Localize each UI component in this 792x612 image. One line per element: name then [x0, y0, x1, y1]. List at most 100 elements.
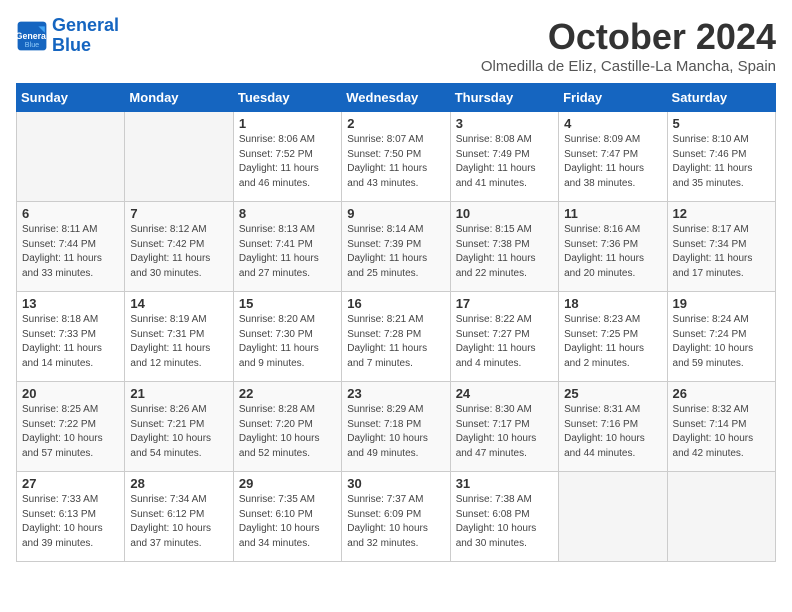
- calendar-cell: 28 Sunrise: 7:34 AMSunset: 6:12 PMDayligh…: [125, 472, 233, 562]
- day-info: Sunrise: 8:21 AMSunset: 7:28 PMDaylight:…: [347, 313, 444, 371]
- day-number: 29: [239, 476, 336, 491]
- day-number: 10: [456, 206, 553, 221]
- day-info: Sunrise: 8:12 AMSunset: 7:42 PMDaylight:…: [130, 223, 227, 281]
- calendar-header-row: SundayMondayTuesdayWednesdayThursdayFrid…: [17, 84, 776, 112]
- day-number: 31: [456, 476, 553, 491]
- calendar-table: SundayMondayTuesdayWednesdayThursdayFrid…: [16, 83, 776, 562]
- calendar-cell: 13 Sunrise: 8:18 AMSunset: 7:33 PMDayligh…: [17, 292, 125, 382]
- day-info: Sunrise: 8:23 AMSunset: 7:25 PMDaylight:…: [564, 313, 661, 371]
- day-info: Sunrise: 8:09 AMSunset: 7:47 PMDaylight:…: [564, 133, 661, 191]
- day-info: Sunrise: 8:17 AMSunset: 7:34 PMDaylight:…: [673, 223, 770, 281]
- day-number: 18: [564, 296, 661, 311]
- day-info: Sunrise: 7:35 AMSunset: 6:10 PMDaylight:…: [239, 493, 336, 551]
- calendar-cell: 11 Sunrise: 8:16 AMSunset: 7:36 PMDayligh…: [559, 202, 667, 292]
- calendar-cell: 18 Sunrise: 8:23 AMSunset: 7:25 PMDayligh…: [559, 292, 667, 382]
- day-info: Sunrise: 8:06 AMSunset: 7:52 PMDaylight:…: [239, 133, 336, 191]
- logo-line2: Blue: [52, 35, 91, 55]
- calendar-week-row: 20Sunrise: 8:25 AMSunset: 7:22 PMDayligh…: [17, 382, 776, 472]
- calendar-cell: 17 Sunrise: 8:22 AMSunset: 7:27 PMDayligh…: [450, 292, 558, 382]
- header-wednesday: Wednesday: [342, 84, 450, 112]
- logo: General Blue General Blue: [16, 16, 119, 56]
- day-number: 3: [456, 116, 553, 131]
- day-info: Sunrise: 8:22 AMSunset: 7:27 PMDaylight:…: [456, 313, 553, 371]
- day-info: Sunrise: 8:24 AMSunset: 7:24 PMDaylight:…: [673, 313, 770, 371]
- day-number: 20: [22, 386, 119, 401]
- day-info: Sunrise: 7:38 AMSunset: 6:08 PMDaylight:…: [456, 493, 553, 551]
- calendar-cell: 12 Sunrise: 8:17 AMSunset: 7:34 PMDayligh…: [667, 202, 775, 292]
- day-info: Sunrise: 8:16 AMSunset: 7:36 PMDaylight:…: [564, 223, 661, 281]
- day-number: 17: [456, 296, 553, 311]
- header-sunday: Sunday: [17, 84, 125, 112]
- calendar-cell: 2 Sunrise: 8:07 AMSunset: 7:50 PMDaylight…: [342, 112, 450, 202]
- day-number: 15: [239, 296, 336, 311]
- calendar-cell: 15Sunrise: 8:20 AMSunset: 7:30 PMDayligh…: [233, 292, 341, 382]
- calendar-cell: 16Sunrise: 8:21 AMSunset: 7:28 PMDayligh…: [342, 292, 450, 382]
- calendar-cell: 20Sunrise: 8:25 AMSunset: 7:22 PMDayligh…: [17, 382, 125, 472]
- day-number: 30: [347, 476, 444, 491]
- day-number: 5: [673, 116, 770, 131]
- day-number: 12: [673, 206, 770, 221]
- calendar-cell: 9 Sunrise: 8:14 AMSunset: 7:39 PMDaylight…: [342, 202, 450, 292]
- day-info: Sunrise: 8:18 AMSunset: 7:33 PMDaylight:…: [22, 313, 119, 371]
- calendar-cell: [17, 112, 125, 202]
- day-number: 25: [564, 386, 661, 401]
- calendar-cell: 10Sunrise: 8:15 AMSunset: 7:38 PMDayligh…: [450, 202, 558, 292]
- calendar-cell: 5 Sunrise: 8:10 AMSunset: 7:46 PMDaylight…: [667, 112, 775, 202]
- day-info: Sunrise: 8:11 AMSunset: 7:44 PMDaylight:…: [22, 223, 119, 281]
- calendar-cell: 27Sunrise: 7:33 AMSunset: 6:13 PMDayligh…: [17, 472, 125, 562]
- calendar-week-row: 13 Sunrise: 8:18 AMSunset: 7:33 PMDayligh…: [17, 292, 776, 382]
- header-saturday: Saturday: [667, 84, 775, 112]
- day-info: Sunrise: 8:32 AMSunset: 7:14 PMDaylight:…: [673, 403, 770, 461]
- day-number: 22: [239, 386, 336, 401]
- day-info: Sunrise: 8:10 AMSunset: 7:46 PMDaylight:…: [673, 133, 770, 191]
- calendar-cell: 4Sunrise: 8:09 AMSunset: 7:47 PMDaylight…: [559, 112, 667, 202]
- calendar-cell: 21Sunrise: 8:26 AMSunset: 7:21 PMDayligh…: [125, 382, 233, 472]
- month-title: October 2024: [481, 16, 776, 58]
- calendar-cell: 31 Sunrise: 7:38 AMSunset: 6:08 PMDayligh…: [450, 472, 558, 562]
- calendar-cell: 6 Sunrise: 8:11 AMSunset: 7:44 PMDaylight…: [17, 202, 125, 292]
- day-number: 24: [456, 386, 553, 401]
- calendar-cell: 25 Sunrise: 8:31 AMSunset: 7:16 PMDayligh…: [559, 382, 667, 472]
- day-number: 14: [130, 296, 227, 311]
- day-number: 2: [347, 116, 444, 131]
- calendar-cell: 22 Sunrise: 8:28 AMSunset: 7:20 PMDayligh…: [233, 382, 341, 472]
- day-number: 11: [564, 206, 661, 221]
- header-thursday: Thursday: [450, 84, 558, 112]
- calendar-cell: 19 Sunrise: 8:24 AMSunset: 7:24 PMDayligh…: [667, 292, 775, 382]
- day-info: Sunrise: 7:34 AMSunset: 6:12 PMDaylight:…: [130, 493, 227, 551]
- header-tuesday: Tuesday: [233, 84, 341, 112]
- day-info: Sunrise: 8:14 AMSunset: 7:39 PMDaylight:…: [347, 223, 444, 281]
- day-number: 1: [239, 116, 336, 131]
- day-info: Sunrise: 8:08 AMSunset: 7:49 PMDaylight:…: [456, 133, 553, 191]
- calendar-cell: 7Sunrise: 8:12 AMSunset: 7:42 PMDaylight…: [125, 202, 233, 292]
- svg-text:Blue: Blue: [25, 40, 39, 49]
- day-number: 6: [22, 206, 119, 221]
- day-info: Sunrise: 8:07 AMSunset: 7:50 PMDaylight:…: [347, 133, 444, 191]
- calendar-cell: 29 Sunrise: 7:35 AMSunset: 6:10 PMDayligh…: [233, 472, 341, 562]
- calendar-week-row: 1 Sunrise: 8:06 AMSunset: 7:52 PMDaylight…: [17, 112, 776, 202]
- calendar-cell: 3 Sunrise: 8:08 AMSunset: 7:49 PMDaylight…: [450, 112, 558, 202]
- calendar-cell: 23 Sunrise: 8:29 AMSunset: 7:18 PMDayligh…: [342, 382, 450, 472]
- calendar-cell: 8Sunrise: 8:13 AMSunset: 7:41 PMDaylight…: [233, 202, 341, 292]
- calendar-week-row: 6 Sunrise: 8:11 AMSunset: 7:44 PMDaylight…: [17, 202, 776, 292]
- calendar-cell: 30 Sunrise: 7:37 AMSunset: 6:09 PMDayligh…: [342, 472, 450, 562]
- title-section: October 2024 Olmedilla de Eliz, Castille…: [481, 16, 776, 75]
- location-title: Olmedilla de Eliz, Castille-La Mancha, S…: [481, 58, 776, 75]
- day-number: 9: [347, 206, 444, 221]
- calendar-cell: [559, 472, 667, 562]
- day-number: 23: [347, 386, 444, 401]
- header-monday: Monday: [125, 84, 233, 112]
- calendar-cell: 14Sunrise: 8:19 AMSunset: 7:31 PMDayligh…: [125, 292, 233, 382]
- day-info: Sunrise: 7:37 AMSunset: 6:09 PMDaylight:…: [347, 493, 444, 551]
- day-number: 26: [673, 386, 770, 401]
- day-number: 13: [22, 296, 119, 311]
- day-info: Sunrise: 8:31 AMSunset: 7:16 PMDaylight:…: [564, 403, 661, 461]
- calendar-cell: 26 Sunrise: 8:32 AMSunset: 7:14 PMDayligh…: [667, 382, 775, 472]
- page-header: General Blue General Blue October 2024 O…: [16, 16, 776, 75]
- logo-line1: General: [52, 15, 119, 35]
- day-number: 28: [130, 476, 227, 491]
- day-info: Sunrise: 8:29 AMSunset: 7:18 PMDaylight:…: [347, 403, 444, 461]
- day-info: Sunrise: 8:28 AMSunset: 7:20 PMDaylight:…: [239, 403, 336, 461]
- calendar-cell: [667, 472, 775, 562]
- day-number: 19: [673, 296, 770, 311]
